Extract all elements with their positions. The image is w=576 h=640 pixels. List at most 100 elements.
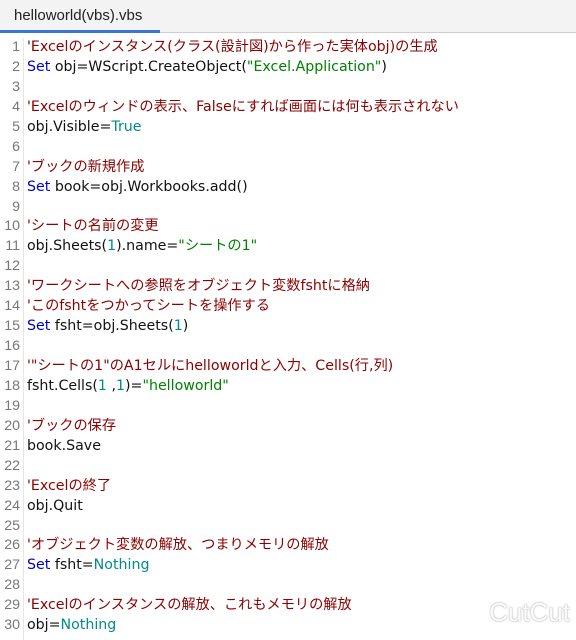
line-number: 12 <box>4 258 20 275</box>
code-line[interactable]: 24 obj.Quit <box>0 497 576 517</box>
code-line[interactable]: 13 'ワークシートへの参照をオブジェクト変数fshtに格納 <box>0 277 576 297</box>
line-number: 8 <box>12 178 20 195</box>
line-number: 11 <box>5 238 20 255</box>
code-token: obj.Sheets( <box>27 238 108 255</box>
code-editor[interactable]: 1 'Excelのインスタンス(クラス(設計図)から作った実体obj)の生成 2 Se… <box>0 38 576 640</box>
code-line[interactable]: 22 <box>0 457 576 477</box>
line-number: 24 <box>4 497 20 514</box>
line-number: 19 <box>4 397 20 414</box>
line-code: book.Save <box>27 437 101 457</box>
line-code: 'Excelのインスタンス(クラス(設計図)から作った実体obj)の生成 <box>27 38 438 58</box>
line-number: 20 <box>4 417 20 434</box>
code-token: ) <box>381 58 387 75</box>
line-number: 25 <box>4 517 20 534</box>
line-code: obj=Nothing <box>27 616 116 636</box>
code-line[interactable]: 14 'このfshtをつかってシートを操作する <box>0 297 576 317</box>
line-number: 9 <box>12 198 20 215</box>
code-token: "helloworld" <box>142 377 229 394</box>
line-number: 17 <box>4 358 20 374</box>
code-token: Set <box>27 318 51 335</box>
code-token: fsht= <box>50 557 94 574</box>
file-tab-label: helloworld(vbs).vbs <box>14 7 143 24</box>
line-number: 16 <box>4 338 20 355</box>
code-line[interactable]: 2 Set obj=WScript.CreateObject("Excel.App… <box>0 58 576 78</box>
code-line[interactable]: 16 <box>0 337 576 357</box>
code-token: 'オブジェクト変数の解放、つまりメモリの解放 <box>27 537 329 554</box>
code-line[interactable]: 25 <box>0 517 576 537</box>
line-code: 'このfshtをつかってシートを操作する <box>27 297 270 317</box>
code-line[interactable]: 11 obj.Sheets(1).name="シートの1" <box>0 237 576 257</box>
code-line[interactable]: 26 'オブジェクト変数の解放、つまりメモリの解放 <box>0 536 576 556</box>
code-token: obj=WScript.CreateObject( <box>50 58 247 75</box>
code-token: 1 <box>173 318 183 335</box>
line-number: 13 <box>4 278 20 295</box>
line-number: 30 <box>4 617 20 634</box>
line-code: 'オブジェクト変数の解放、つまりメモリの解放 <box>27 536 329 556</box>
code-token: 'Excelのインスタンス(クラス(設計図)から作った実体obj)の生成 <box>27 39 438 55</box>
line-number: 22 <box>4 457 20 474</box>
code-token: 1 <box>107 238 117 255</box>
line-code: Set obj=WScript.CreateObject("Excel.Appl… <box>27 58 387 78</box>
line-code: 'Excelの終了 <box>27 477 111 497</box>
code-token: obj= <box>27 617 61 634</box>
code-token: ).name= <box>116 238 179 255</box>
code-line[interactable]: 17 '"シートの1"のA1セルにhelloworldと入力、Cells(行,列) <box>0 357 576 377</box>
code-token: 'ブックの新規作成 <box>27 158 145 175</box>
line-number: 15 <box>4 318 20 335</box>
code-line[interactable]: 8 Set book=obj.Workbooks.add() <box>0 178 576 198</box>
file-tab[interactable]: helloworld(vbs).vbs <box>0 0 156 32</box>
code-token: book.Save <box>27 437 101 454</box>
line-code: obj.Quit <box>27 497 83 517</box>
line-number: 26 <box>4 537 20 554</box>
code-token: 'Excelのインスタンスの解放、これもメモリの解放 <box>27 597 352 614</box>
code-token: Set <box>27 557 51 574</box>
line-code: Set fsht=Nothing <box>27 556 149 576</box>
line-code: 'Excelのインスタンスの解放、これもメモリの解放 <box>27 596 352 616</box>
code-token: Set <box>27 58 51 75</box>
code-token: fsht.Cells( <box>27 377 98 394</box>
line-number: 27 <box>4 557 20 574</box>
line-number: 1 <box>12 39 20 55</box>
code-token: 'Excelの終了 <box>27 477 112 494</box>
code-line[interactable]: 18 fsht.Cells(1 ,1)="helloworld" <box>0 377 576 397</box>
code-token: 1 <box>115 377 125 394</box>
code-token: Nothing <box>93 557 150 574</box>
code-token: fsht=obj.Sheets( <box>50 318 174 335</box>
code-line[interactable]: 28 <box>0 576 576 596</box>
code-line[interactable]: 23 'Excelの終了 <box>0 477 576 497</box>
code-line[interactable]: 7 'ブックの新規作成 <box>0 158 576 178</box>
code-line[interactable]: 5 obj.Visible=True <box>0 118 576 138</box>
line-code: 'ワークシートへの参照をオブジェクト変数fshtに格納 <box>27 277 370 297</box>
code-token: 'ブックの保存 <box>27 417 117 434</box>
line-code: 'Excelのウィンドの表示、Falseにすれば画面には何も表示されない <box>27 98 459 118</box>
line-number: 10 <box>4 218 20 235</box>
code-token: obj.Quit <box>27 497 83 514</box>
code-line[interactable]: 21 book.Save <box>0 437 576 457</box>
code-line[interactable]: 9 <box>0 198 576 218</box>
code-line[interactable]: 6 <box>0 138 576 158</box>
code-token: Nothing <box>60 617 117 634</box>
code-line[interactable]: 3 <box>0 78 576 98</box>
line-number: 21 <box>4 437 20 454</box>
code-line[interactable]: 10 'シートの名前の変更 <box>0 217 576 237</box>
code-token: )= <box>125 377 143 394</box>
code-line[interactable]: 4 'Excelのウィンドの表示、Falseにすれば画面には何も表示されない <box>0 98 576 118</box>
code-line[interactable]: 15 Set fsht=obj.Sheets(1) <box>0 317 576 337</box>
code-token: ) <box>182 318 189 335</box>
line-code: Set fsht=obj.Sheets(1) <box>27 317 188 337</box>
code-line[interactable]: 19 <box>0 397 576 417</box>
line-number: 4 <box>12 98 20 115</box>
code-line[interactable]: 20 'ブックの保存 <box>0 417 576 437</box>
line-code: Set book=obj.Workbooks.add() <box>27 178 248 198</box>
code-token: 'シートの名前の変更 <box>27 218 159 235</box>
code-token: True <box>111 118 142 135</box>
code-token: Set <box>27 178 51 195</box>
code-line[interactable]: 27 Set fsht=Nothing <box>0 556 576 576</box>
line-code: obj.Visible=True <box>27 118 142 138</box>
tab-bar: helloworld(vbs).vbs <box>0 0 576 33</box>
code-line[interactable]: 1 'Excelのインスタンス(クラス(設計図)から作った実体obj)の生成 <box>0 38 576 58</box>
code-token: book=obj.Workbooks.add() <box>50 178 248 195</box>
line-number: 29 <box>4 597 20 614</box>
line-number: 3 <box>12 78 20 95</box>
code-line[interactable]: 12 <box>0 257 576 277</box>
